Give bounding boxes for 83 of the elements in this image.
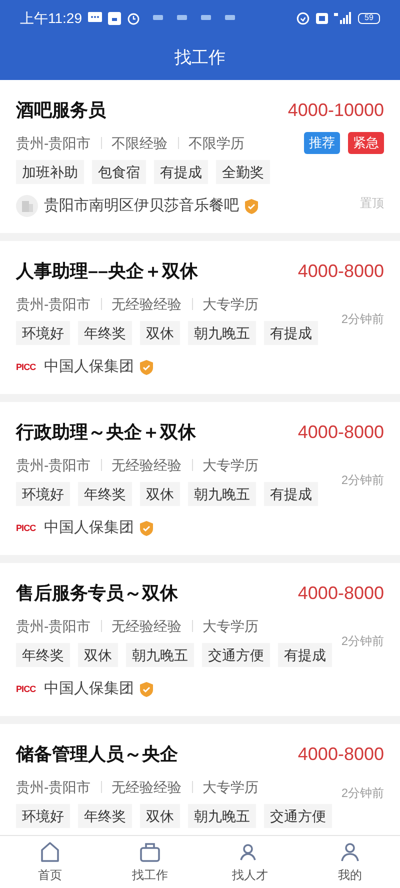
benefit-tag: 全勤奖 bbox=[216, 160, 270, 184]
job-title: 行政助理～央企＋双休 bbox=[16, 420, 196, 444]
job-title: 售后服务专员～双休 bbox=[16, 582, 178, 604]
company-name: 中国人保集团 bbox=[44, 518, 134, 538]
post-time: 2分钟前 bbox=[341, 785, 384, 802]
benefit-tag: 双休 bbox=[78, 643, 118, 667]
alarm-icon bbox=[127, 12, 140, 24]
briefcase-icon bbox=[138, 840, 162, 864]
job-meta: 不限经验 bbox=[112, 134, 168, 152]
home-icon bbox=[38, 840, 62, 864]
benefit-tag: 年终奖 bbox=[78, 321, 132, 345]
job-meta: 无经验经验 bbox=[112, 456, 182, 474]
alarm-icon bbox=[296, 11, 310, 25]
job-meta: 贵州-贵阳市 bbox=[16, 616, 91, 636]
job-badge: 紧急 bbox=[348, 132, 384, 154]
job-meta: 贵州-贵阳市 bbox=[16, 778, 91, 796]
nav-tab[interactable]: 我的 bbox=[300, 836, 400, 888]
benefit-tag: 环境好 bbox=[16, 321, 70, 345]
job-meta: 贵州-贵阳市 bbox=[16, 134, 91, 152]
salary: 4000-8000 bbox=[298, 420, 384, 444]
company-logo: PICC bbox=[16, 524, 37, 532]
salary: 4000-8000 bbox=[298, 260, 384, 282]
company-name: 中国人保集团 bbox=[44, 678, 134, 699]
benefit-tag: 有提成 bbox=[264, 321, 318, 345]
benefit-tag: 年终奖 bbox=[16, 643, 70, 667]
job-badge: 推荐 bbox=[304, 132, 340, 154]
message-icon bbox=[88, 12, 102, 24]
benefit-tag: 有提成 bbox=[154, 160, 208, 184]
page-title: 找工作 bbox=[174, 47, 226, 70]
benefit-tag: 双休 bbox=[140, 321, 180, 345]
salary: 4000-8000 bbox=[298, 582, 384, 604]
job-meta: 大专学历 bbox=[202, 294, 259, 314]
job-card[interactable]: 人事助理––央企＋双休 4000-8000 贵州-贵阳市 无经验经验 大专学历 环境好 年终奖 双休 朝九晚五 有提成 PICC 中国人保集团 2分钟前 bbox=[0, 241, 400, 394]
job-title: 酒吧服务员 bbox=[16, 98, 106, 122]
benefit-tag: 环境好 bbox=[16, 482, 70, 506]
job-title: 储备管理人员～央企 bbox=[16, 742, 178, 766]
job-title: 人事助理––央企＋双休 bbox=[16, 260, 198, 282]
post-time: 2分钟前 bbox=[341, 633, 384, 650]
post-time: 2分钟前 bbox=[341, 472, 384, 489]
salary: 4000-8000 bbox=[298, 742, 384, 766]
company-name: 贵阳市南明区伊贝莎音乐餐吧 bbox=[44, 196, 239, 216]
job-meta: 无经验经验 bbox=[112, 778, 182, 796]
pinned-label: 置顶 bbox=[360, 195, 384, 212]
benefit-tag: 朝九晚五 bbox=[188, 321, 256, 345]
company-logo: PICC bbox=[16, 684, 37, 694]
benefit-tag: 朝九晚五 bbox=[188, 804, 256, 828]
benefit-tag: 加班补助 bbox=[16, 160, 84, 184]
nav-tab[interactable]: 首页 bbox=[0, 836, 100, 888]
benefit-tag: 双休 bbox=[140, 804, 180, 828]
job-card[interactable]: 储备管理人员～央企 4000-8000 贵州-贵阳市 无经验经验 大专学历 2分钟前 环境好 年终奖 双休 朝九晚五 交通方便 bbox=[0, 724, 400, 835]
benefit-tag: 有提成 bbox=[264, 482, 318, 506]
nav-tab[interactable]: 找人才 bbox=[200, 836, 300, 888]
salary: 4000-10000 bbox=[288, 98, 384, 122]
building-icon bbox=[16, 195, 38, 217]
benefit-tag: 年终奖 bbox=[78, 804, 132, 828]
job-meta: 无经验经验 bbox=[112, 294, 182, 314]
job-meta: 贵州-贵阳市 bbox=[16, 294, 91, 314]
status-time: 上午11:29 bbox=[20, 8, 82, 28]
job-card[interactable]: 售后服务专员～双休 4000-8000 贵州-贵阳市 无经验经验 大专学历 年终奖 双休 朝九晚五 交通方便 有提成 PICC 中国人保集团 2分钟前 bbox=[0, 563, 400, 716]
job-card[interactable]: 酒吧服务员 4000-10000 贵州-贵阳市 不限经验 不限学历 推荐 紧急 加班补助 包食宿 有提成 全勤奖 贵阳市南明区伊贝莎音乐餐吧 置顶 bbox=[0, 80, 400, 233]
benefit-tag: 交通方便 bbox=[264, 804, 332, 828]
battery-icon: 59 bbox=[358, 12, 380, 24]
benefit-tag: 朝九晚五 bbox=[126, 643, 194, 667]
nav-tab[interactable]: 找工作 bbox=[100, 836, 200, 888]
benefit-tag: 包食宿 bbox=[92, 160, 146, 184]
post-time: 2分钟前 bbox=[341, 311, 384, 328]
job-card[interactable]: 行政助理～央企＋双休 4000-8000 贵州-贵阳市 无经验经验 大专学历 环境好 年终奖 双休 朝九晚五 有提成 PICC 中国人保集团 2分钟前 bbox=[0, 402, 400, 555]
signal-icon bbox=[334, 12, 352, 24]
benefit-tag: 年终奖 bbox=[78, 482, 132, 506]
company-logo: PICC bbox=[16, 362, 37, 372]
job-meta: 大专学历 bbox=[202, 616, 259, 636]
job-meta: 无经验经验 bbox=[112, 616, 182, 636]
benefit-tag: 有提成 bbox=[278, 643, 332, 667]
job-meta: 不限学历 bbox=[188, 134, 245, 152]
company-name: 中国人保集团 bbox=[44, 356, 134, 377]
job-meta: 贵州-贵阳市 bbox=[16, 456, 91, 474]
benefit-tag: 交通方便 bbox=[202, 643, 270, 667]
job-meta: 大专学历 bbox=[202, 778, 259, 796]
person-icon bbox=[338, 840, 362, 864]
benefit-tag: 双休 bbox=[140, 482, 180, 506]
benefit-tag: 环境好 bbox=[16, 804, 70, 828]
benefit-tag: 朝九晚五 bbox=[188, 482, 256, 506]
job-meta: 大专学历 bbox=[202, 456, 259, 474]
